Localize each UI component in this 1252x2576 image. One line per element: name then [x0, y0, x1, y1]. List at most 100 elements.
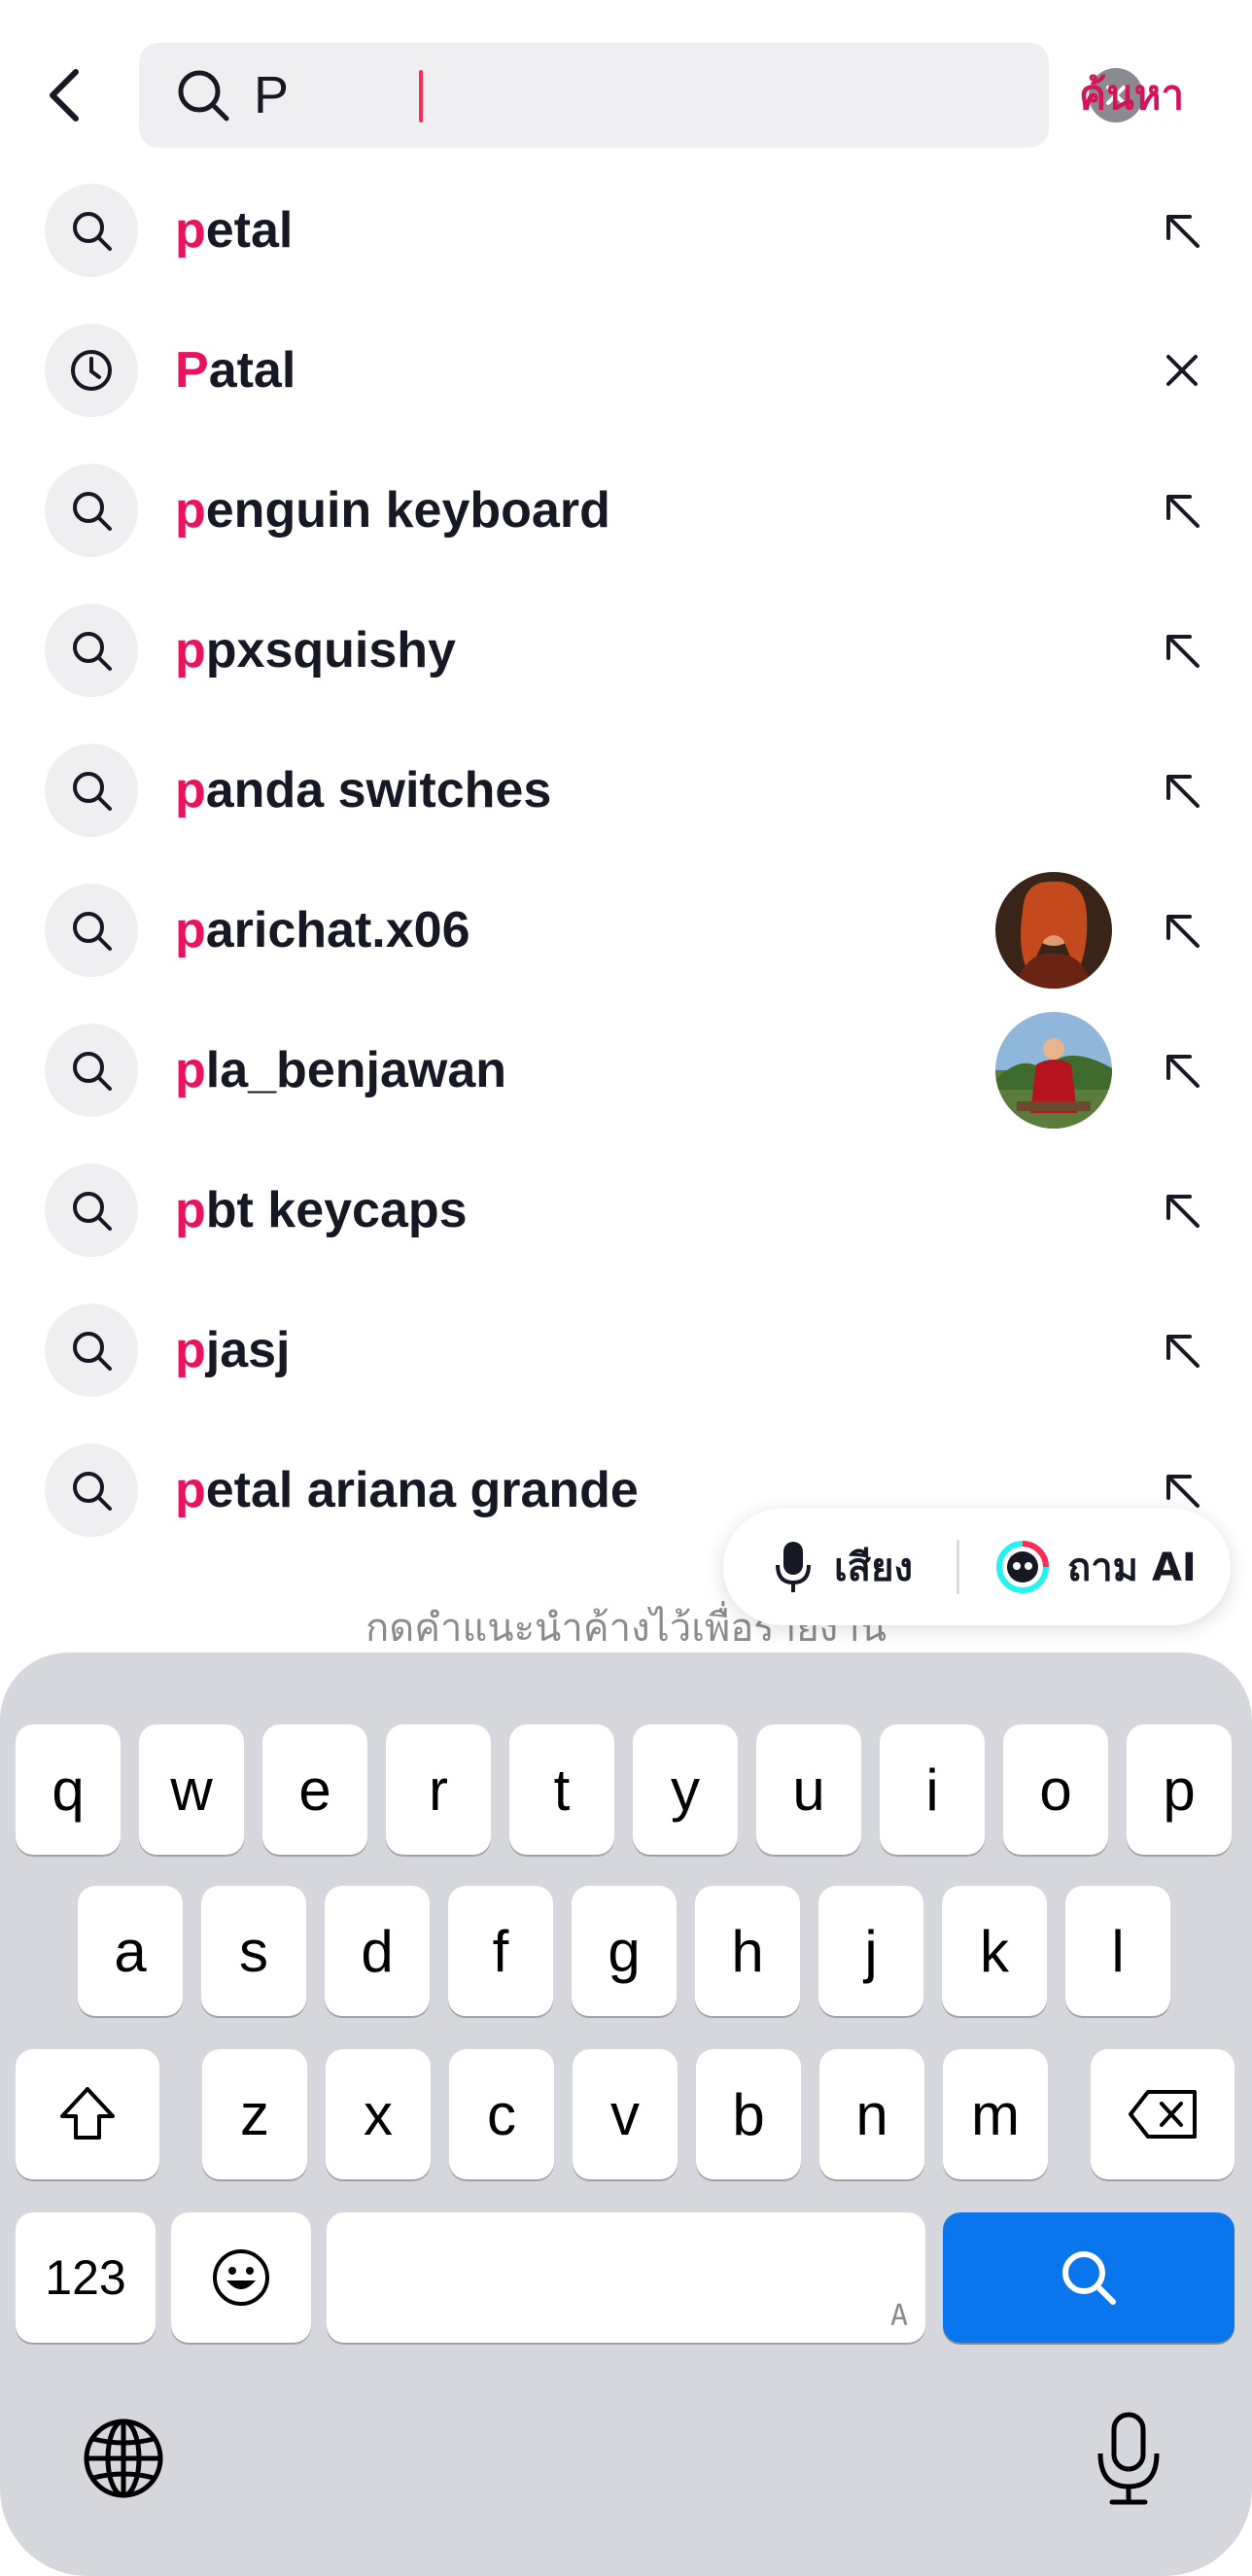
- search-icon: [1062, 2251, 1116, 2305]
- key-x[interactable]: x: [326, 2049, 431, 2179]
- close-icon: [1166, 355, 1198, 386]
- suggestion-text: petal ariana grande: [175, 1459, 639, 1521]
- pill-divider: [956, 1540, 959, 1594]
- suggestion-row[interactable]: penguin keyboard: [0, 440, 1252, 580]
- key-e[interactable]: e: [262, 1724, 367, 1855]
- search-icon: [73, 1332, 112, 1371]
- key-z[interactable]: z: [202, 2049, 307, 2179]
- suggestion-text: pbt keycaps: [175, 1179, 468, 1241]
- key-s[interactable]: s: [201, 1886, 306, 2016]
- fill-query-button[interactable]: [1153, 901, 1211, 959]
- key-d[interactable]: d: [325, 1886, 430, 2016]
- suggestion-row[interactable]: pjasj: [0, 1280, 1252, 1420]
- voice-label: เสียง: [834, 1546, 914, 1590]
- search-icon-badge: [45, 744, 138, 837]
- suggestion-rest-text: anda switches: [205, 762, 552, 818]
- arrow-up-left-icon: [1166, 495, 1200, 528]
- microphone-icon: [776, 1542, 811, 1592]
- key-g[interactable]: g: [572, 1886, 677, 2016]
- key-k[interactable]: k: [942, 1886, 1047, 2016]
- search-icon: [73, 632, 112, 671]
- text-caret: [419, 70, 423, 122]
- search-icon: [73, 1192, 112, 1231]
- suggestion-text: petal: [175, 199, 293, 261]
- suggestion-row[interactable]: parichat.x06: [0, 860, 1252, 1000]
- user-avatar-2[interactable]: [995, 1012, 1112, 1129]
- key-c[interactable]: c: [449, 2049, 554, 2179]
- numbers-key[interactable]: 123: [16, 2212, 156, 2343]
- key-j[interactable]: j: [818, 1886, 923, 2016]
- shift-key[interactable]: [16, 2049, 159, 2179]
- back-button[interactable]: [29, 51, 99, 140]
- key-u[interactable]: u: [756, 1724, 861, 1855]
- search-icon-badge: [45, 464, 138, 557]
- fill-query-button[interactable]: [1153, 761, 1211, 819]
- ai-assistant-icon: [996, 1541, 1049, 1593]
- arrow-up-left-icon: [1166, 1335, 1200, 1368]
- search-icon: [73, 772, 112, 811]
- arrow-up-left-icon: [1166, 215, 1200, 248]
- dictation-microphone-icon[interactable]: [1093, 2411, 1165, 2508]
- suggestion-row[interactable]: pbt keycaps: [0, 1140, 1252, 1280]
- suggestion-row[interactable]: petal: [0, 160, 1252, 300]
- backspace-key[interactable]: [1091, 2049, 1235, 2179]
- fill-query-button[interactable]: [1153, 201, 1211, 260]
- remove-history-button[interactable]: [1153, 341, 1211, 400]
- emoji-icon: [213, 2249, 269, 2306]
- suggestion-rest-text: arichat.x06: [205, 902, 470, 958]
- suggestion-match-highlight: p: [175, 622, 206, 679]
- suggestion-match-highlight: p: [175, 1462, 206, 1518]
- voice-ai-pill: เสียง ถาม AI: [723, 1509, 1231, 1625]
- emoji-key[interactable]: [171, 2212, 311, 2343]
- search-icon: [73, 1052, 112, 1091]
- search-icon: [73, 492, 112, 531]
- user-avatar-1[interactable]: [995, 872, 1112, 989]
- suggestion-text: pla_benjawan: [175, 1039, 506, 1101]
- key-q[interactable]: q: [16, 1724, 121, 1855]
- key-o[interactable]: o: [1003, 1724, 1108, 1855]
- key-f[interactable]: f: [448, 1886, 553, 2016]
- search-icon-badge: [45, 184, 138, 277]
- suggestion-row[interactable]: panda switches: [0, 720, 1252, 860]
- chevron-left-icon: [50, 69, 79, 122]
- key-t[interactable]: t: [509, 1724, 614, 1855]
- suggestion-rest-text: la_benjawan: [205, 1042, 506, 1098]
- key-w[interactable]: w: [139, 1724, 244, 1855]
- fill-query-button[interactable]: [1153, 621, 1211, 679]
- globe-icon[interactable]: [80, 2415, 167, 2502]
- suggestion-rest-text: pxsquishy: [205, 622, 456, 679]
- search-submit-button[interactable]: ค้นหา: [1079, 60, 1184, 130]
- suggestion-row[interactable]: Patal: [0, 300, 1252, 440]
- search-query-text: P: [254, 66, 290, 124]
- space-key[interactable]: A: [327, 2212, 925, 2343]
- key-r[interactable]: r: [386, 1724, 491, 1855]
- fill-query-button[interactable]: [1153, 1321, 1211, 1379]
- keyboard-search-key[interactable]: [943, 2212, 1235, 2343]
- suggestion-text: ppxsquishy: [175, 619, 456, 681]
- search-input[interactable]: P: [139, 43, 1143, 148]
- key-b[interactable]: b: [696, 2049, 801, 2179]
- key-l[interactable]: l: [1065, 1886, 1170, 2016]
- arrow-up-left-icon: [1166, 1055, 1200, 1088]
- ask-ai-button[interactable]: ถาม AI: [995, 1534, 1197, 1600]
- suggestion-rest-text: atal: [208, 342, 296, 399]
- suggestion-row[interactable]: pla_benjawan: [0, 1000, 1252, 1140]
- suggestion-row[interactable]: ppxsquishy: [0, 580, 1252, 720]
- key-y[interactable]: y: [633, 1724, 738, 1855]
- voice-search-button[interactable]: เสียง: [774, 1534, 913, 1600]
- fill-query-button[interactable]: [1153, 1181, 1211, 1239]
- key-i[interactable]: i: [880, 1724, 985, 1855]
- key-n[interactable]: n: [819, 2049, 924, 2179]
- suggestion-match-highlight: p: [175, 762, 206, 818]
- key-a[interactable]: a: [78, 1886, 183, 2016]
- fill-query-button[interactable]: [1153, 481, 1211, 540]
- key-v[interactable]: v: [573, 2049, 678, 2179]
- search-icon-badge: [45, 1024, 138, 1117]
- fill-query-button[interactable]: [1153, 1041, 1211, 1099]
- search-icon-badge: [45, 604, 138, 697]
- suggestion-match-highlight: p: [175, 482, 206, 539]
- search-icon-badge: [45, 1164, 138, 1257]
- key-m[interactable]: m: [943, 2049, 1048, 2179]
- key-h[interactable]: h: [695, 1886, 800, 2016]
- key-p[interactable]: p: [1127, 1724, 1232, 1855]
